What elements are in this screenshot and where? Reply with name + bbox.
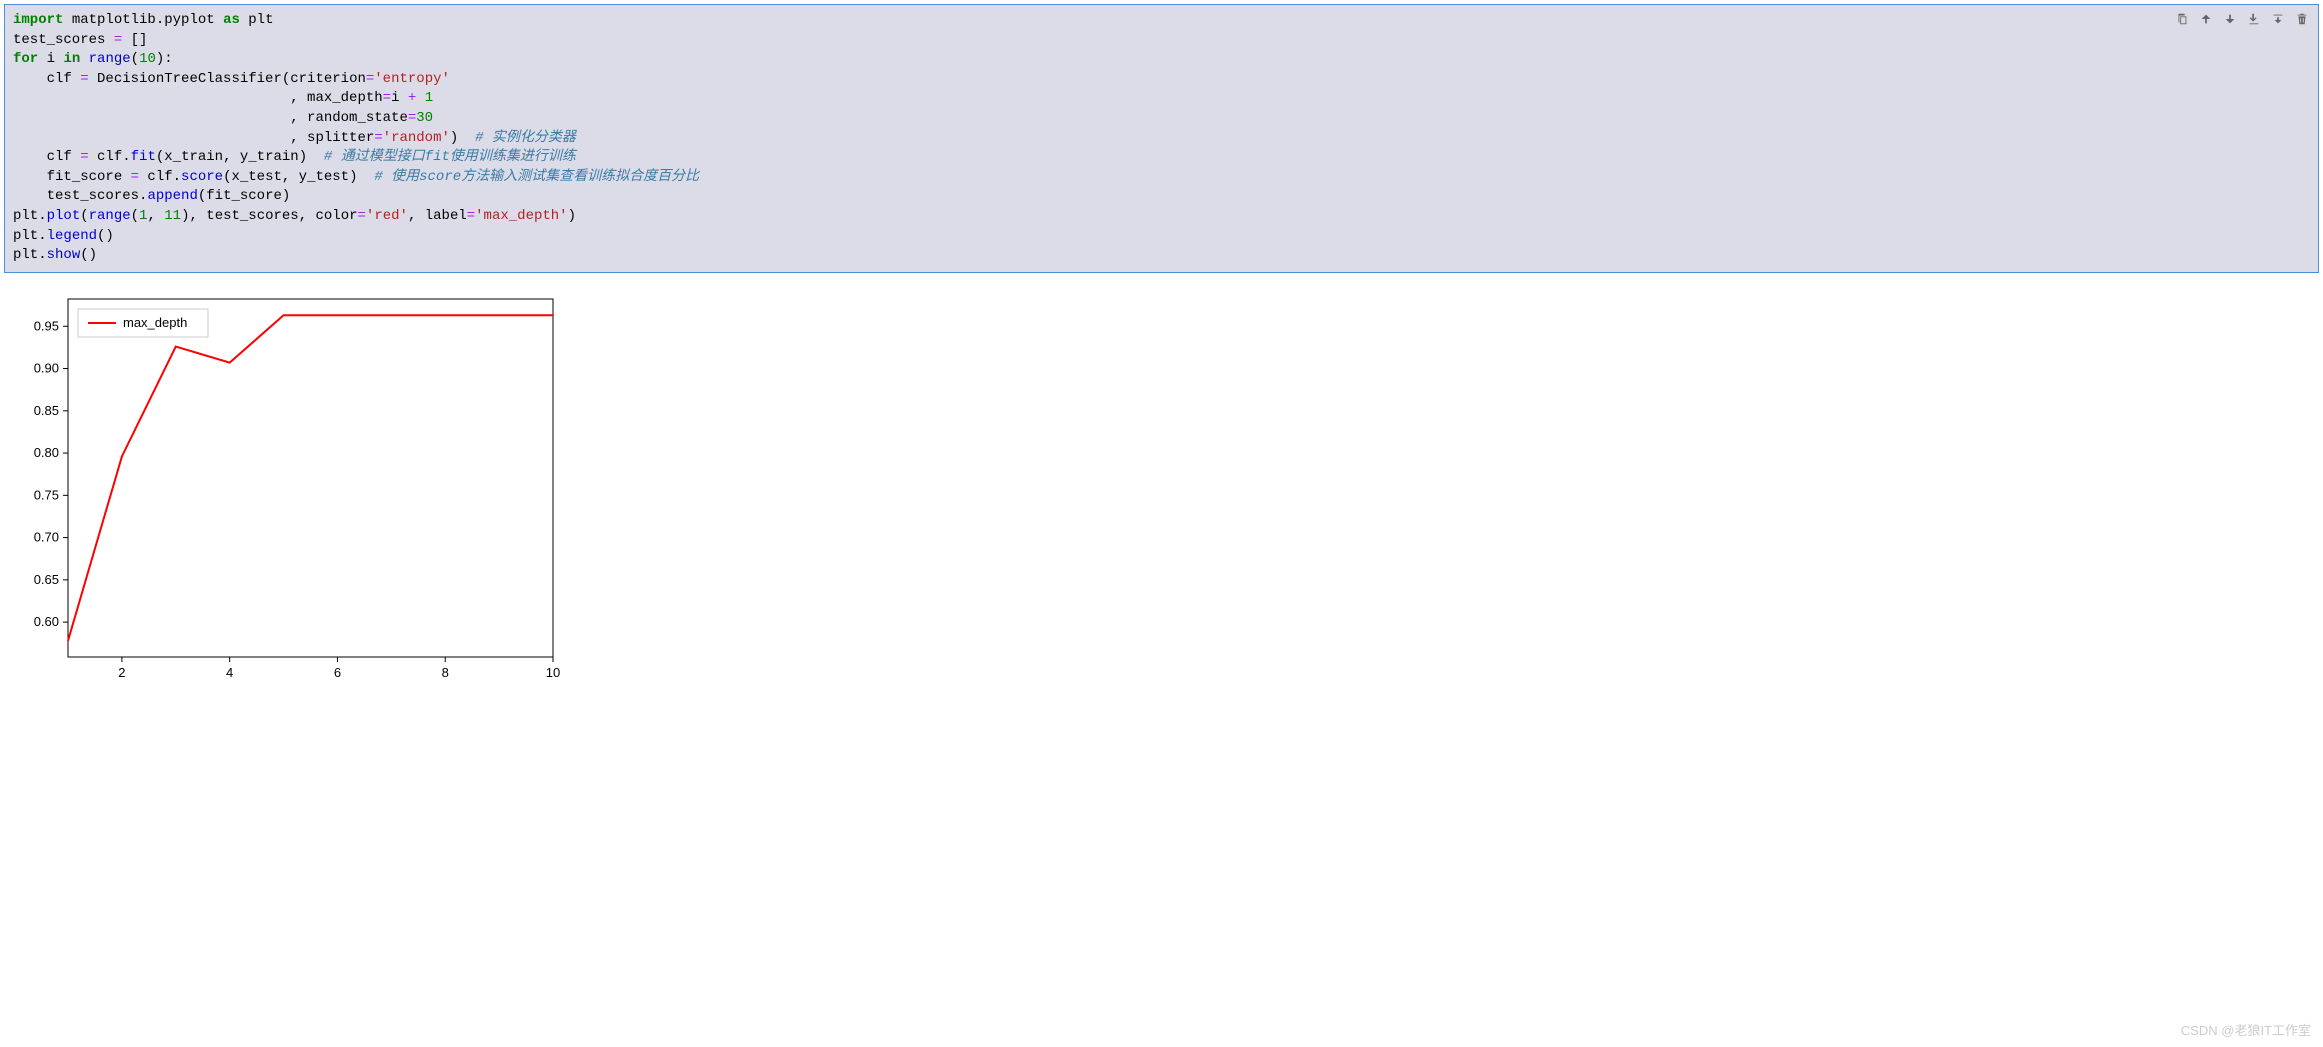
download-icon[interactable]: [2246, 11, 2262, 27]
code-line: plt.show(): [13, 246, 2310, 266]
svg-text:0.90: 0.90: [34, 360, 59, 375]
svg-text:0.60: 0.60: [34, 614, 59, 629]
delete-icon[interactable]: [2294, 11, 2310, 27]
watermark: CSDN @老狼IT工作室: [2181, 1020, 2311, 1039]
line-chart: 0.60 0.65 0.70 0.75 0.80 0.85 0.90 0.95 2 4 6 8 10 ma…: [8, 287, 568, 702]
code-line: , max_depth=i + 1: [13, 89, 2310, 109]
output-area: 0.60 0.65 0.70 0.75 0.80 0.85 0.90 0.95 2 4 6 8 10 ma…: [4, 283, 2319, 706]
insert-below-icon[interactable]: [2270, 11, 2286, 27]
svg-text:2: 2: [118, 665, 125, 680]
code-line: clf = clf.fit(x_train, y_train) # 通过模型接口…: [13, 148, 2310, 168]
svg-text:0.70: 0.70: [34, 529, 59, 544]
move-down-icon[interactable]: [2222, 11, 2238, 27]
code-line: clf = DecisionTreeClassifier(criterion='…: [13, 70, 2310, 90]
code-line: , splitter='random') # 实例化分类器: [13, 129, 2310, 149]
code-line: , random_state=30: [13, 109, 2310, 129]
svg-text:0.75: 0.75: [34, 487, 59, 502]
code-content[interactable]: import matplotlib.pyplot as plttest_scor…: [13, 11, 2310, 266]
svg-text:0.80: 0.80: [34, 445, 59, 460]
code-line: test_scores.append(fit_score): [13, 187, 2310, 207]
code-line: import matplotlib.pyplot as plt: [13, 11, 2310, 31]
svg-text:0.95: 0.95: [34, 318, 59, 333]
code-line: for i in range(10):: [13, 50, 2310, 70]
cell-toolbar: [2174, 11, 2310, 27]
move-up-icon[interactable]: [2198, 11, 2214, 27]
svg-text:max_depth: max_depth: [123, 315, 187, 330]
code-cell[interactable]: import matplotlib.pyplot as plttest_scor…: [4, 4, 2319, 273]
svg-text:6: 6: [334, 665, 341, 680]
svg-text:0.85: 0.85: [34, 403, 59, 418]
code-line: fit_score = clf.score(x_test, y_test) # …: [13, 168, 2310, 188]
svg-text:8: 8: [442, 665, 449, 680]
svg-text:4: 4: [226, 665, 233, 680]
copy-icon[interactable]: [2174, 11, 2190, 27]
svg-text:0.65: 0.65: [34, 572, 59, 587]
code-line: test_scores = []: [13, 31, 2310, 51]
code-line: plt.plot(range(1, 11), test_scores, colo…: [13, 207, 2310, 227]
code-line: plt.legend(): [13, 227, 2310, 247]
svg-text:10: 10: [546, 665, 560, 680]
